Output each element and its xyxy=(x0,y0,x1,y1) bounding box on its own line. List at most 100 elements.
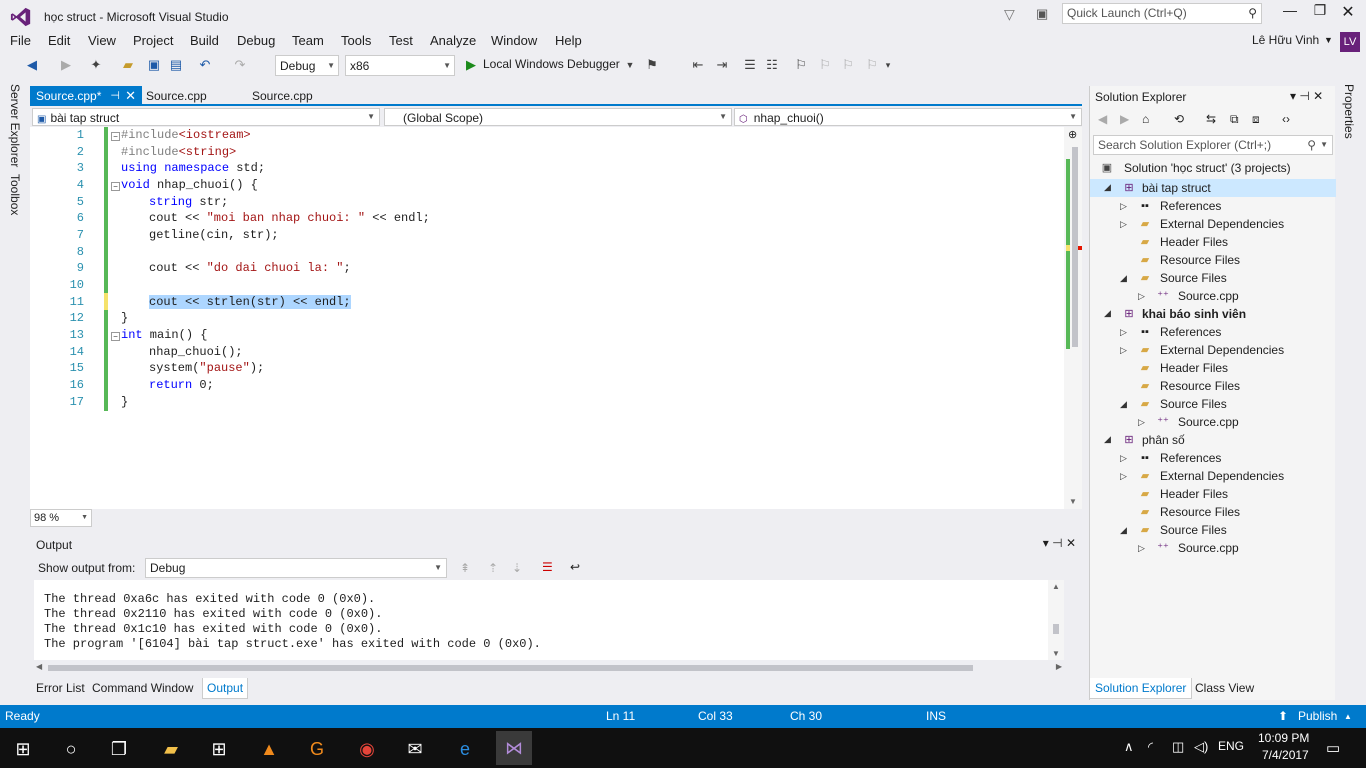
home-icon[interactable]: ⌂ xyxy=(1142,112,1149,126)
publish-arrow-icon[interactable]: ⬆ xyxy=(1278,709,1288,723)
code-editor[interactable]: 1 2 3 4 5 6 7 8 9 10 11 12 13 14 15 16 1… xyxy=(30,127,1082,509)
collapse-icon[interactable]: − xyxy=(111,332,120,341)
bookmark-next-icon[interactable]: ⇥ xyxy=(714,57,730,73)
member-dropdown[interactable]: ⬡ nhap_chuoi() ▼ xyxy=(734,108,1082,126)
project-dropdown[interactable]: ▣ bài tap struct ▼ xyxy=(32,108,380,126)
tab-class-view[interactable]: Class View xyxy=(1195,681,1254,695)
menu-window[interactable]: Window xyxy=(491,33,537,48)
menu-help[interactable]: Help xyxy=(555,33,582,48)
filter-icon[interactable]: ▽ xyxy=(1004,6,1020,22)
output-source-dropdown[interactable]: Debug ▼ xyxy=(145,558,447,578)
server-explorer-tab[interactable]: Server Explorer xyxy=(8,84,22,167)
clock-time[interactable]: 10:09 PM xyxy=(1258,731,1309,745)
menu-edit[interactable]: Edit xyxy=(48,33,70,48)
back-icon[interactable]: ◀ xyxy=(1098,112,1107,126)
clear-all-icon[interactable]: ☰ xyxy=(542,560,553,574)
back-icon[interactable]: ◀ xyxy=(24,57,40,73)
expanded-arrow-icon[interactable]: ◢ xyxy=(1120,399,1127,410)
volume-icon[interactable]: ◁) xyxy=(1194,739,1208,755)
undo-icon[interactable]: ↶ xyxy=(197,57,213,73)
user-avatar[interactable]: LV xyxy=(1340,32,1360,52)
chrome-icon[interactable]: ◉ xyxy=(354,736,380,762)
tree-project[interactable]: ◢ ⊞ bài tap struct xyxy=(1090,179,1336,197)
tree-solution[interactable]: ▣ Solution 'học struct' (3 projects) xyxy=(1100,161,1291,175)
panel-header-icons[interactable]: ▾ ⊣ ✕ xyxy=(1290,89,1323,103)
output-horizontal-scrollbar[interactable]: ◀ ▶ xyxy=(34,661,1064,675)
quick-launch-input[interactable]: Quick Launch (Ctrl+Q) ⚲ xyxy=(1062,3,1262,24)
output-scroll-thumb[interactable] xyxy=(1053,624,1059,634)
split-icon[interactable]: ⊕ xyxy=(1068,128,1077,141)
output-text-area[interactable]: The thread 0xa6c has exited with code 0 … xyxy=(34,580,1064,660)
sync-icon[interactable]: ⟲ xyxy=(1174,112,1184,126)
vlc-icon[interactable]: ▲ xyxy=(256,736,282,762)
redo-icon[interactable]: ↷ xyxy=(232,57,248,73)
solution-search-input[interactable]: Search Solution Explorer (Ctrl+;) ⚲ ▼ xyxy=(1093,135,1333,155)
menu-debug[interactable]: Debug xyxy=(237,33,275,48)
collapsed-arrow-icon[interactable]: ▷ xyxy=(1120,453,1127,464)
menu-tools[interactable]: Tools xyxy=(341,33,371,48)
find-icon[interactable]: ⚑ xyxy=(644,57,660,73)
save-icon[interactable]: ▣ xyxy=(146,57,162,73)
pin-icon[interactable]: ⊣ xyxy=(110,89,120,102)
menu-analyze[interactable]: Analyze xyxy=(430,33,476,48)
visual-studio-taskbar-icon[interactable]: ⋈ xyxy=(496,731,532,765)
expanded-arrow-icon[interactable]: ◢ xyxy=(1104,308,1111,319)
editor-horizontal-scrollbar[interactable] xyxy=(92,511,1082,525)
refresh-icon[interactable]: ⇆ xyxy=(1206,112,1216,126)
bookmark-clear-icon[interactable]: ⚐ xyxy=(864,57,880,73)
chevron-up-icon[interactable]: ▲ xyxy=(1344,712,1352,721)
expanded-arrow-icon[interactable]: ◢ xyxy=(1120,273,1127,284)
close-icon[interactable]: ✕ xyxy=(125,88,136,104)
menu-view[interactable]: View xyxy=(88,33,116,48)
menu-file[interactable]: File xyxy=(10,33,31,48)
prev-message-icon[interactable]: ⇡ xyxy=(488,561,498,575)
chevron-down-icon[interactable]: ▼ xyxy=(622,57,638,73)
network-icon[interactable]: ◫ xyxy=(1172,739,1184,755)
zoom-dropdown[interactable]: 98 % ▼ xyxy=(30,509,92,527)
collapsed-arrow-icon[interactable]: ▷ xyxy=(1120,471,1127,482)
foxit-reader-icon[interactable]: G xyxy=(304,736,330,762)
publish-button[interactable]: Publish xyxy=(1298,709,1337,723)
edge-icon[interactable]: e xyxy=(452,736,478,762)
new-project-icon[interactable]: ✦ xyxy=(88,57,104,73)
panel-header-icons[interactable]: ▾ ⊣ ✕ xyxy=(1043,536,1076,550)
uncomment-icon[interactable]: ☷ xyxy=(764,57,780,73)
chevron-down-icon[interactable]: ▼ xyxy=(1324,35,1333,45)
language-indicator[interactable]: ENG xyxy=(1218,739,1244,753)
bookmark-prev-disabled-icon[interactable]: ⚐ xyxy=(817,57,833,73)
menu-test[interactable]: Test xyxy=(389,33,413,48)
collapsed-arrow-icon[interactable]: ▷ xyxy=(1138,417,1145,428)
action-center-icon[interactable]: ▭ xyxy=(1326,739,1340,757)
platform-dropdown[interactable]: x86 ▼ xyxy=(345,55,455,76)
scroll-right-icon[interactable]: ▶ xyxy=(1056,662,1062,671)
menu-build[interactable]: Build xyxy=(190,33,219,48)
scroll-down-icon[interactable]: ▼ xyxy=(1069,497,1077,506)
tree-project[interactable]: ◢ ⊞ phân số xyxy=(1090,431,1336,449)
menu-team[interactable]: Team xyxy=(292,33,324,48)
mail-icon[interactable]: ✉ xyxy=(402,736,428,762)
tab-solution-explorer[interactable]: Solution Explorer xyxy=(1089,678,1193,699)
collapsed-arrow-icon[interactable]: ▷ xyxy=(1120,201,1127,212)
start-debugger-button[interactable]: Local Windows Debugger xyxy=(483,57,620,71)
bookmark-prev-icon[interactable]: ⇤ xyxy=(690,57,706,73)
code-view-icon[interactable]: ‹› xyxy=(1282,112,1290,126)
open-folder-icon[interactable]: ▰ xyxy=(120,57,136,73)
windows-start-icon[interactable]: ⊞ xyxy=(10,736,36,762)
expanded-arrow-icon[interactable]: ◢ xyxy=(1104,434,1111,445)
config-dropdown[interactable]: Debug ▼ xyxy=(275,55,339,76)
tab-source-cpp-3[interactable]: Source.cpp xyxy=(246,86,319,106)
scroll-up-icon[interactable]: ▲ xyxy=(1052,582,1060,591)
file-explorer-icon[interactable]: ▰ xyxy=(158,736,184,762)
collapsed-arrow-icon[interactable]: ▷ xyxy=(1120,345,1127,356)
output-hscroll-thumb[interactable] xyxy=(48,665,973,671)
tab-command-window[interactable]: Command Window xyxy=(92,681,193,695)
collapsed-arrow-icon[interactable]: ▷ xyxy=(1120,327,1127,338)
clock-date[interactable]: 7/4/2017 xyxy=(1262,748,1309,762)
tab-error-list[interactable]: Error List xyxy=(36,681,85,695)
bookmark-next-disabled-icon[interactable]: ⚐ xyxy=(840,57,856,73)
toolbar-overflow-icon[interactable]: ▾ xyxy=(880,57,896,73)
tab-output[interactable]: Output xyxy=(202,678,249,699)
collapsed-arrow-icon[interactable]: ▷ xyxy=(1120,219,1127,230)
expanded-arrow-icon[interactable]: ◢ xyxy=(1120,525,1127,536)
wifi-icon[interactable]: ◜ xyxy=(1148,739,1153,755)
